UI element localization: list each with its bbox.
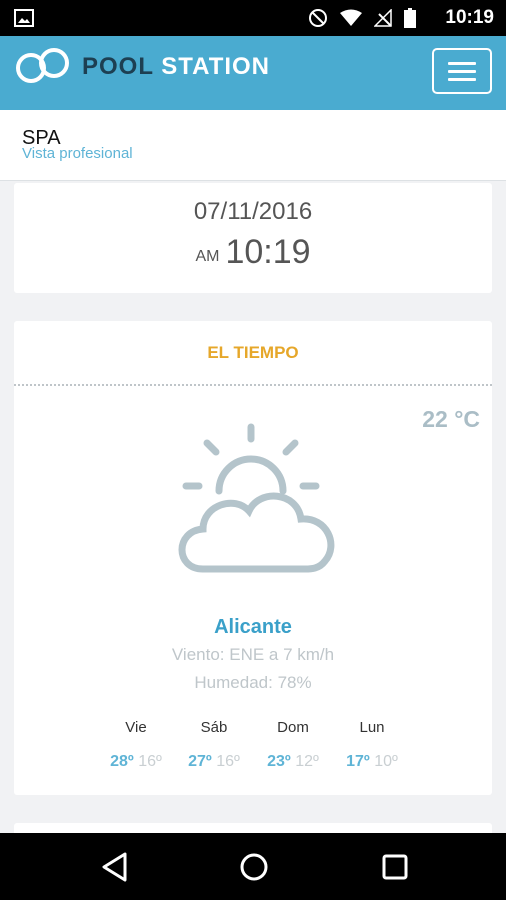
datetime-card: 07/11/2016 AM 10:19 [14,183,492,293]
forecast-low: 16º [216,753,240,770]
forecast-low: 12º [295,753,319,770]
forecast-high: 17º [346,753,370,770]
hamburger-menu-icon [448,61,476,65]
forecast-day-name: Sáb [200,719,228,736]
weather-city: Alicante [214,616,292,638]
forecast-low: 10º [374,753,398,770]
no-signal-icon [374,9,392,27]
time-ampm: AM [195,248,220,265]
forecast-day-name: Lun [359,719,385,736]
time-value: 10:19 [225,233,311,271]
forecast-day: Dom 23º 12º [253,719,333,771]
battery-icon [404,8,416,28]
status-bar: 10:19 [0,0,506,36]
home-icon[interactable] [239,852,269,882]
do-not-disturb-icon [309,9,327,27]
forecast-day: Sáb 27º 16º [174,719,254,771]
brand-station: STATION [161,53,271,80]
infinity-logo-icon [16,48,69,83]
weather-divider [14,384,492,386]
forecast-low: 16º [138,753,162,770]
navigation-bar [0,833,506,900]
app-bar: POOL STATION [0,36,506,110]
forecast-day: Vie 28º 16º [96,719,176,771]
image-icon [14,9,34,27]
hamburger-menu-button[interactable] [432,48,492,94]
current-time: AM 10:19 [14,233,492,272]
weather-wind: Viento: ENE a 7 km/h [171,645,335,664]
forecast-high: 28º [110,753,134,770]
current-temperature: 22 °C [422,406,480,432]
installation-header: SPA Vista profesional [0,110,506,181]
partly-cloudy-icon [178,423,335,573]
back-icon[interactable] [100,851,130,883]
app-brand: POOL STATION [82,53,270,81]
forecast-high: 23º [267,753,291,770]
forecast-day-name: Vie [125,719,147,736]
weather-humidity: Humedad: 78% [194,673,312,692]
current-date: 07/11/2016 [193,198,313,225]
forecast-row: Vie 28º 16º Sáb 27º 16º Dom 23º 12º Lun … [96,719,416,779]
forecast-day-name: Dom [277,719,309,736]
wifi-icon [340,9,362,26]
forecast-high: 27º [188,753,212,770]
view-mode-label[interactable]: Vista profesional [22,145,133,162]
recent-apps-icon[interactable] [381,853,409,881]
weather-title: EL TIEMPO [207,343,299,362]
weather-card: EL TIEMPO 22 °C Alicante Viento: ENE a 7… [14,321,492,795]
brand-pool: POOL [82,53,154,80]
status-time: 10:19 [445,7,494,28]
forecast-day: Lun 17º 10º [332,719,412,771]
